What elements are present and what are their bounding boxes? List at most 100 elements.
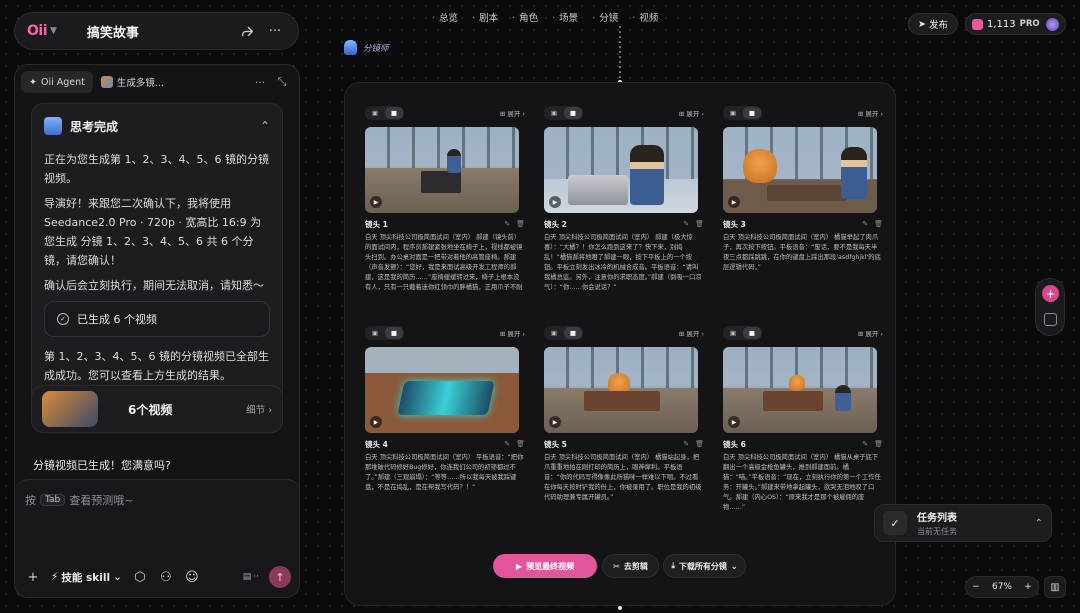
shot-card[interactable]: ▣ ■ ⊞ 展开 › ▶ 镜头 5 ✎ 🗑 白天 顶尖科技公司极简面试间（室内）… <box>544 325 704 533</box>
details-link[interactable]: 细节 › <box>246 402 272 416</box>
shot-card[interactable]: ▣ ■ ⊞ 展开 › ▶ 镜头 6 ✎ 🗑 白天 顶尖科技公司极简面试间（室内）… <box>723 325 883 533</box>
edit-icon[interactable]: ✎ <box>504 220 510 228</box>
play-icon[interactable]: ▶ <box>549 416 561 428</box>
image-icon[interactable]: ▣ <box>545 107 563 119</box>
model-selector[interactable]: ▤ ·· <box>243 572 259 582</box>
project-header: Oii ▼ 搞笑故事 ··· <box>14 12 299 50</box>
expand-button[interactable]: ⊞ 展开 › <box>858 108 883 118</box>
layers-icon[interactable] <box>1044 313 1057 326</box>
project-title[interactable]: 搞笑故事 <box>87 22 230 41</box>
video-icon[interactable]: ■ <box>743 107 761 119</box>
nav-video[interactable]: 视频 <box>632 10 658 24</box>
edit-icon[interactable]: ✎ <box>683 440 689 448</box>
nav-characters[interactable]: 角色 <box>512 10 538 24</box>
nav-storyboard[interactable]: 分镜 <box>592 10 618 24</box>
video-icon[interactable]: ■ <box>385 327 403 339</box>
play-icon[interactable]: ▶ <box>728 416 740 428</box>
nav-scenes[interactable]: 场景 <box>552 10 578 24</box>
video-icon[interactable]: ■ <box>564 107 582 119</box>
image-icon[interactable]: ▣ <box>366 107 384 119</box>
play-icon[interactable]: ▶ <box>549 196 561 208</box>
nav-script[interactable]: 剧本 <box>472 10 498 24</box>
shot-thumbnail[interactable]: ▶ <box>365 127 519 213</box>
group-icon[interactable]: ⚇ <box>158 570 174 585</box>
tab-oii-agent[interactable]: ✦ Oii Agent <box>21 71 93 93</box>
play-icon[interactable]: ▶ <box>370 196 382 208</box>
edit-icon[interactable]: ✎ <box>683 220 689 228</box>
media-toggle[interactable]: ▣ ■ <box>723 326 762 340</box>
video-icon[interactable]: ■ <box>564 327 582 339</box>
image-icon[interactable]: ▣ <box>724 327 742 339</box>
share-icon[interactable] <box>236 20 258 42</box>
edit-icon[interactable]: ✎ <box>862 220 868 228</box>
download-all-button[interactable]: ⤓ 下载所有分镜 ⌄ <box>663 554 746 578</box>
delete-icon[interactable]: 🗑 <box>695 440 704 448</box>
media-toggle[interactable]: ▣ ■ <box>365 106 404 120</box>
top-nav: 总览 剧本 角色 场景 分镜 视频 <box>432 10 658 24</box>
delete-icon[interactable]: 🗑 <box>874 220 883 228</box>
shot-thumbnail[interactable]: ▶ <box>723 127 877 213</box>
more-icon[interactable]: ··· <box>264 20 286 42</box>
generated-status[interactable]: ✓ 已生成 6 个视频 <box>44 301 270 337</box>
expand-button[interactable]: ⊞ 展开 › <box>500 328 525 338</box>
shot-thumbnail[interactable]: ▶ <box>544 127 698 213</box>
media-toggle[interactable]: ▣ ■ <box>723 106 762 120</box>
go-edit-button[interactable]: ✂ 去剪辑 <box>602 554 659 578</box>
delete-icon[interactable]: 🗑 <box>695 220 704 228</box>
map-icon[interactable]: ▥ <box>1044 576 1066 598</box>
video-icon[interactable]: ■ <box>743 327 761 339</box>
send-icon: ➤ <box>918 18 926 30</box>
add-node-icon[interactable]: + <box>1042 285 1059 302</box>
image-icon[interactable]: ▣ <box>724 107 742 119</box>
chevron-up-icon[interactable]: ⌃ <box>1035 518 1043 529</box>
task-list-panel[interactable]: ✓ 任务列表 当前无任务 ⌃ <box>874 504 1052 542</box>
shot-thumbnail[interactable]: ▶ <box>723 347 877 433</box>
tab-generate-multi[interactable]: 生成多镜... <box>93 71 172 93</box>
collapse-icon[interactable]: ⤡ <box>271 71 293 93</box>
expand-button[interactable]: ⊞ 展开 › <box>500 108 525 118</box>
media-toggle[interactable]: ▣ ■ <box>365 326 404 340</box>
expand-button[interactable]: ⊞ 展开 › <box>679 108 704 118</box>
delete-icon[interactable]: 🗑 <box>874 440 883 448</box>
app-logo[interactable]: Oii <box>27 23 48 39</box>
credits-badge[interactable]: 1,113 PRO <box>965 13 1066 35</box>
emoji-icon[interactable]: ☺ <box>184 570 200 585</box>
delete-icon[interactable]: 🗑 <box>516 440 525 448</box>
zoom-out-icon[interactable]: − <box>972 582 980 592</box>
shot-card[interactable]: ▣ ■ ⊞ 展开 › ▶ 镜头 1 ✎ 🗑 白天 顶尖科技公司极简面试间（室内）… <box>365 105 525 313</box>
publish-button[interactable]: ➤ 发布 <box>908 13 958 35</box>
delete-icon[interactable]: 🗑 <box>516 220 525 228</box>
image-icon[interactable]: ▣ <box>366 327 384 339</box>
play-icon[interactable]: ▶ <box>370 416 382 428</box>
nav-overview[interactable]: 总览 <box>432 10 458 24</box>
expand-button[interactable]: ⊞ 展开 › <box>679 328 704 338</box>
chat-input[interactable]: 按 Tab 查看预测哦~ + ⚡ 技能 skill ⌄ ⬡ ⚇ ☺ ▤ ·· ↑ <box>15 479 299 597</box>
media-toggle[interactable]: ▣ ■ <box>544 326 583 340</box>
play-icon[interactable]: ▶ <box>728 196 740 208</box>
shot-thumbnail[interactable]: ▶ <box>365 347 519 433</box>
image-icon[interactable]: ▣ <box>545 327 563 339</box>
avatar[interactable] <box>1046 17 1059 31</box>
videos-result-card[interactable]: 6个视频 细节 › <box>31 385 283 433</box>
thinking-header[interactable]: 思考完成 ⌃ <box>44 114 270 138</box>
expand-button[interactable]: ⊞ 展开 › <box>858 328 883 338</box>
video-icon[interactable]: ■ <box>385 107 403 119</box>
shot-thumbnail[interactable]: ▶ <box>544 347 698 433</box>
zoom-in-icon[interactable]: + <box>1024 582 1032 592</box>
zoom-level[interactable]: 67% <box>992 582 1012 592</box>
chevron-up-icon[interactable]: ⌃ <box>260 119 270 133</box>
check-icon: ✓ <box>57 313 69 325</box>
shot-card[interactable]: ▣ ■ ⊞ 展开 › ▶ 镜头 3 ✎ 🗑 白天 顶尖科技公司极简面试间（室内）… <box>723 105 883 313</box>
skill-selector[interactable]: ⚡ 技能 skill ⌄ <box>51 570 122 585</box>
more-icon[interactable]: ··· <box>249 71 271 93</box>
add-icon[interactable]: + <box>25 570 41 585</box>
shot-card[interactable]: ▣ ■ ⊞ 展开 › ▶ 镜头 2 ✎ 🗑 白天 顶尖科技公司极简面试间（室内）… <box>544 105 704 313</box>
chevron-down-icon[interactable]: ▼ <box>50 26 57 36</box>
shot-card[interactable]: ▣ ■ ⊞ 展开 › ▶ 镜头 4 ✎ 🗑 白天 顶尖科技公司极简面试间（室内）… <box>365 325 525 533</box>
preview-final-video-button[interactable]: ▶ 预览最终视频 <box>493 554 597 578</box>
cube-icon[interactable]: ⬡ <box>132 570 148 585</box>
edit-icon[interactable]: ✎ <box>504 440 510 448</box>
send-button[interactable]: ↑ <box>269 566 291 588</box>
edit-icon[interactable]: ✎ <box>862 440 868 448</box>
media-toggle[interactable]: ▣ ■ <box>544 106 583 120</box>
